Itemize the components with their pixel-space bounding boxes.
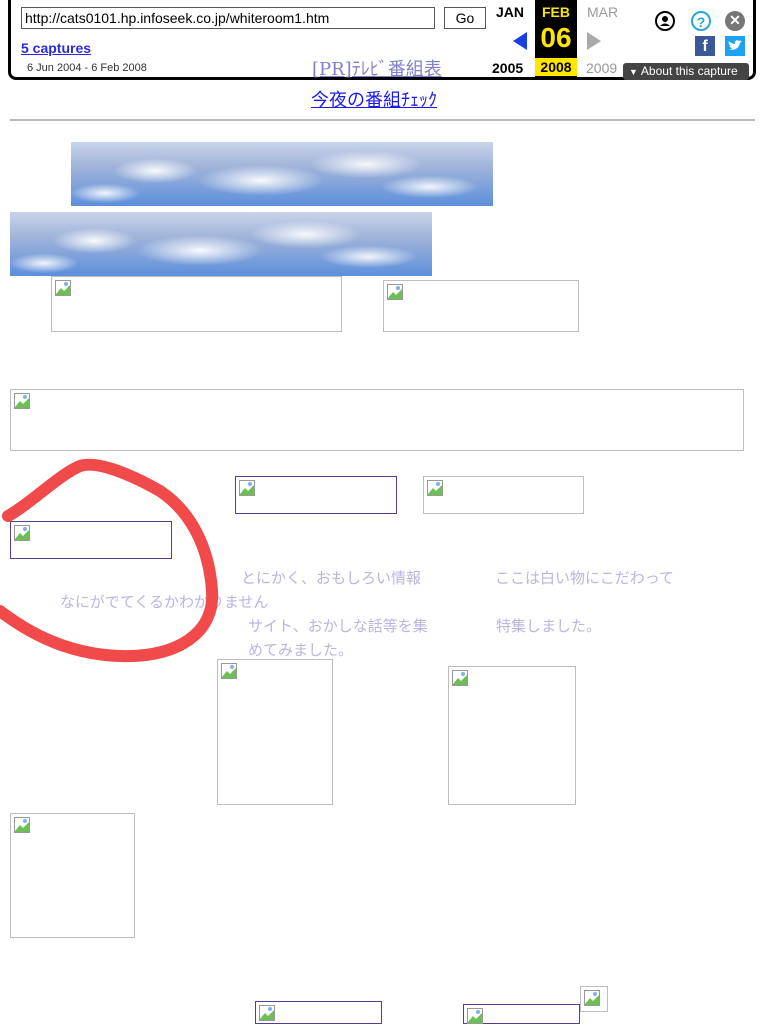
help-icon[interactable]: ?	[691, 11, 711, 31]
broken-image-icon	[584, 990, 600, 1006]
broken-image-icon	[387, 284, 403, 300]
chevron-down-icon: ▼	[629, 67, 638, 77]
twitter-share-icon[interactable]	[725, 36, 745, 56]
close-icon[interactable]: ✕	[725, 11, 745, 31]
prev-year-label[interactable]: 2005	[492, 60, 523, 76]
current-month-label: FEB	[542, 4, 570, 20]
sky-banner-image	[71, 142, 493, 206]
broken-image	[448, 666, 576, 805]
current-day-label: 06	[540, 22, 572, 53]
about-capture-label: About this capture	[640, 64, 738, 78]
next-capture-arrow-icon	[587, 32, 601, 50]
broken-image-icon	[239, 480, 255, 496]
broken-image-link[interactable]	[463, 1004, 580, 1024]
column-text-2-line-1: とにかく、おもしろい情報	[241, 569, 422, 587]
pr-tv-guide-link[interactable]: [PR]ﾃﾚﾋﾞ番組表	[312, 55, 442, 81]
column-text-2-line-3: めてみました。	[248, 641, 354, 659]
broken-image-link[interactable]	[255, 1001, 382, 1024]
broken-image-icon	[467, 1008, 483, 1024]
broken-image-icon	[259, 1005, 275, 1021]
user-account-icon[interactable]	[655, 11, 675, 31]
broken-image-icon	[427, 480, 443, 496]
capture-date-range: 6 Jun 2004 - 6 Feb 2008	[27, 62, 147, 74]
horizontal-divider	[10, 119, 755, 121]
captures-link[interactable]: 5 captures	[21, 40, 91, 56]
broken-image-link[interactable]	[235, 476, 397, 514]
broken-image	[217, 659, 333, 805]
broken-image	[51, 276, 342, 332]
broken-image-icon	[452, 670, 468, 686]
broken-image	[10, 813, 135, 938]
about-capture-button[interactable]: ▼ About this capture	[623, 63, 749, 80]
url-input[interactable]: http://cats0101.hp.infoseek.co.jp/whiter…	[21, 7, 435, 29]
current-year-label: 2008	[535, 58, 577, 76]
broken-image-icon	[14, 393, 30, 409]
column-text-3-line-1: ここは白い物にこだわって	[495, 569, 674, 587]
broken-image-icon	[55, 280, 71, 296]
broken-image	[423, 476, 584, 514]
broken-image-icon	[14, 817, 30, 833]
column-text-3-line-2: 特集しました。	[496, 617, 602, 635]
go-button[interactable]: Go	[444, 7, 486, 29]
prev-capture-arrow-icon[interactable]	[513, 32, 527, 50]
broken-image	[10, 389, 744, 451]
prev-month-label[interactable]: JAN	[496, 4, 524, 20]
column-text-2-line-2: サイト、おかしな話等を集	[248, 617, 428, 635]
broken-image	[383, 280, 579, 332]
tonight-tv-link[interactable]: 今夜の番組ﾁｪｯｸ	[311, 86, 437, 112]
broken-image	[580, 986, 608, 1012]
facebook-share-icon[interactable]: f	[695, 36, 715, 56]
next-year-label: 2009	[586, 60, 618, 76]
next-month-label: MAR	[587, 4, 619, 20]
red-annotation-circle	[0, 458, 219, 663]
sky-banner-image-2	[10, 212, 432, 276]
current-capture-date: FEB 06 2008	[535, 0, 577, 77]
